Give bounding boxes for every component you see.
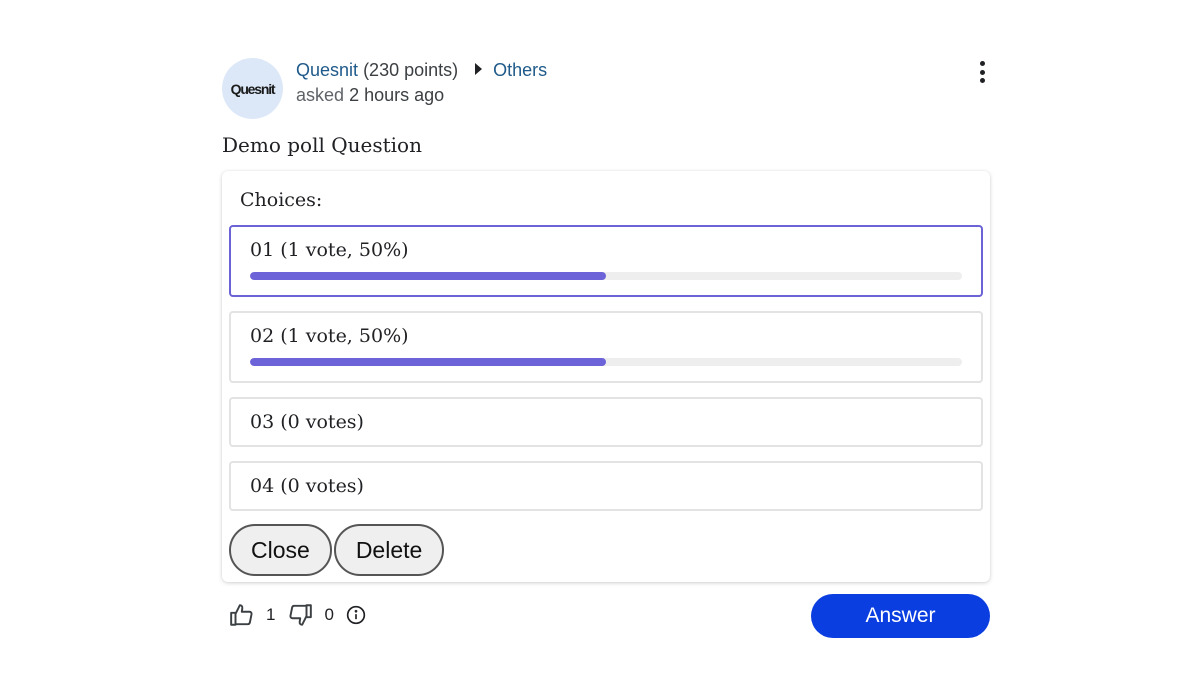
poll-card: Choices: 01 (1 vote, 50%) 02 (1 vote, 50%… [222, 171, 990, 582]
more-vertical-icon[interactable] [974, 61, 990, 83]
caret-right-icon [475, 63, 483, 75]
category-link[interactable]: Others [493, 60, 547, 80]
vote-progress-track [250, 272, 962, 280]
poll-choice[interactable]: 01 (1 vote, 50%) [229, 225, 983, 297]
poll-actions: Close Delete [229, 524, 983, 576]
asked-label: asked [296, 85, 345, 105]
avatar-logo-text: Quesnit [230, 80, 276, 97]
poll-choice[interactable]: 02 (1 vote, 50%) [229, 311, 983, 383]
post-footer: 1 0 Answer [222, 594, 990, 638]
vote-controls: 1 0 [229, 602, 366, 628]
asked-time[interactable]: 2 hours ago [349, 85, 444, 105]
vote-progress-track [250, 358, 962, 366]
post-meta: Quesnit (230 points) Others asked 2 hour… [296, 58, 547, 107]
post-header: Quesnit Quesnit (230 points) Others aske… [222, 58, 990, 120]
choices-label: Choices: [240, 189, 323, 211]
avatar[interactable]: Quesnit [222, 58, 283, 119]
question-post: Quesnit Quesnit (230 points) Others aske… [222, 58, 990, 638]
author-link[interactable]: Quesnit [296, 60, 358, 80]
delete-poll-button[interactable]: Delete [333, 524, 445, 576]
poll-choice-label: 04 (0 votes) [250, 475, 364, 497]
thumbs-up-icon[interactable] [229, 602, 255, 628]
poll-choice[interactable]: 04 (0 votes) [229, 461, 983, 511]
thumbs-down-icon[interactable] [287, 602, 313, 628]
poll-choice[interactable]: 03 (0 votes) [229, 397, 983, 447]
poll-choice-label: 01 (1 vote, 50%) [250, 239, 409, 261]
choices-list: 01 (1 vote, 50%) 02 (1 vote, 50%) 03 (0 vo… [229, 225, 983, 511]
poll-choice-label: 03 (0 votes) [250, 411, 364, 433]
answer-button[interactable]: Answer [811, 594, 990, 638]
vote-progress-fill [250, 358, 606, 366]
vote-progress-fill [250, 272, 606, 280]
info-icon[interactable] [346, 605, 366, 625]
question-title: Demo poll Question [222, 133, 422, 157]
downvote-count: 0 [324, 605, 334, 624]
upvote-count: 1 [266, 605, 276, 624]
poll-choice-label: 02 (1 vote, 50%) [250, 325, 409, 347]
close-poll-button[interactable]: Close [229, 524, 332, 576]
author-points: (230 points) [363, 60, 459, 80]
